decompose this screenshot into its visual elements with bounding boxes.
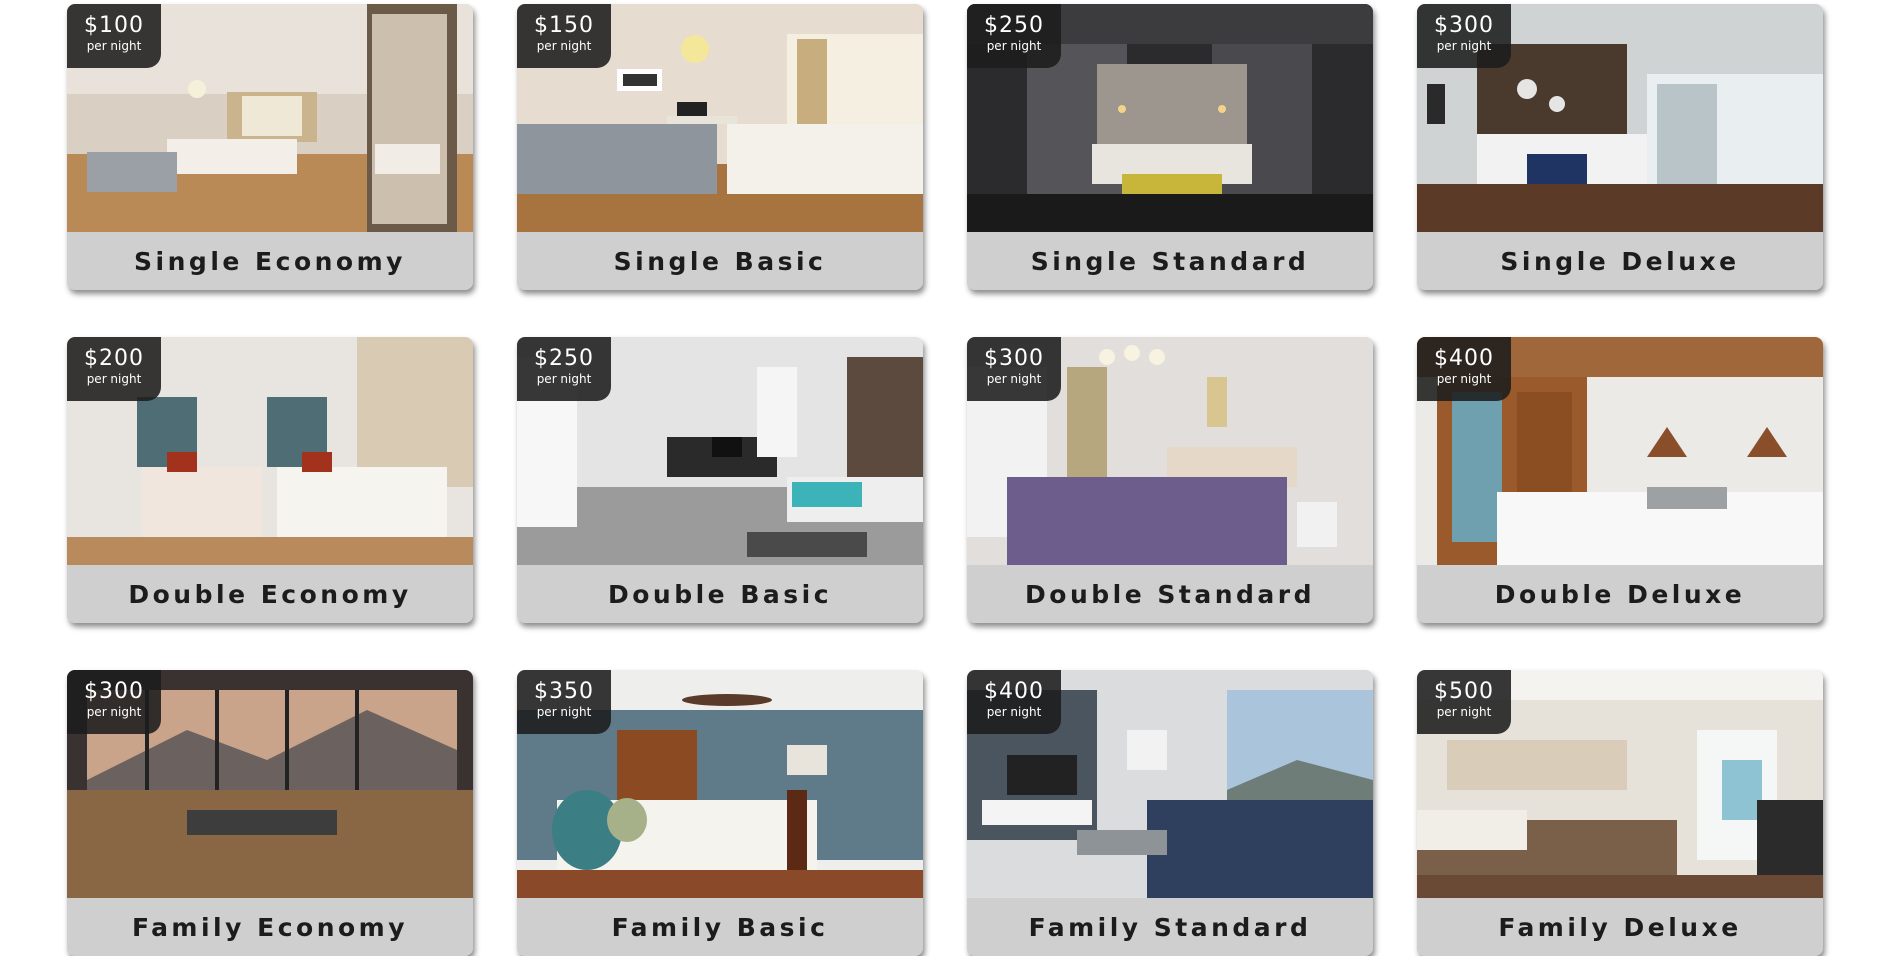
room-name: Double Economy [128, 579, 412, 609]
room-name: Single Standard [1030, 246, 1310, 276]
room-card-single-deluxe[interactable]: $300 per night Single Deluxe [1417, 4, 1823, 290]
price-unit: per night [86, 39, 142, 53]
room-label-bar[interactable]: Family Economy [67, 898, 473, 956]
room-label-bar[interactable]: Single Economy [67, 232, 473, 290]
room-name: Single Deluxe [1500, 246, 1740, 276]
room-name: Single Basic [613, 246, 827, 276]
price-amount: $400 [1434, 346, 1494, 371]
price-badge: $250 per night [967, 4, 1061, 68]
price-badge: $300 per night [967, 337, 1061, 401]
room-label-bar[interactable]: Single Basic [517, 232, 923, 290]
price-badge: $250 per night [517, 337, 611, 401]
room-photo[interactable]: $150 per night [517, 4, 923, 232]
room-label-bar[interactable]: Single Standard [967, 232, 1373, 290]
price-amount: $250 [534, 346, 594, 371]
room-label-bar[interactable]: Family Deluxe [1417, 898, 1823, 956]
price-badge: $150 per night [517, 4, 611, 68]
room-name: Single Economy [134, 246, 406, 276]
price-unit: per night [86, 705, 142, 719]
price-badge: $300 per night [1417, 4, 1511, 68]
price-amount: $250 [984, 13, 1044, 38]
price-unit: per night [1436, 39, 1492, 53]
price-badge: $400 per night [967, 670, 1061, 734]
room-name: Double Basic [607, 579, 833, 609]
price-badge: $500 per night [1417, 670, 1511, 734]
price-badge: $100 per night [67, 4, 161, 68]
room-label-bar[interactable]: Family Basic [517, 898, 923, 956]
room-card-double-deluxe[interactable]: $400 per night Double Deluxe [1417, 337, 1823, 623]
room-photo[interactable]: $200 per night [67, 337, 473, 565]
room-name: Double Deluxe [1494, 579, 1746, 609]
room-photo[interactable]: $400 per night [1417, 337, 1823, 565]
room-card-single-standard[interactable]: $250 per night Single Standard [967, 4, 1373, 290]
room-photo[interactable]: $250 per night [967, 4, 1373, 232]
room-photo[interactable]: $300 per night [1417, 4, 1823, 232]
price-unit: per night [1436, 705, 1492, 719]
room-photo[interactable]: $100 per night [67, 4, 473, 232]
room-card-family-standard[interactable]: $400 per night Family Standard [967, 670, 1373, 956]
room-card-single-basic[interactable]: $150 per night Single Basic [517, 4, 923, 290]
price-badge: $200 per night [67, 337, 161, 401]
room-card-double-standard[interactable]: $300 per night Double Standard [967, 337, 1373, 623]
room-card-double-economy[interactable]: $200 per night Double Economy [67, 337, 473, 623]
room-label-bar[interactable]: Family Standard [967, 898, 1373, 956]
price-unit: per night [536, 705, 592, 719]
room-name: Family Economy [131, 912, 409, 942]
room-name: Family Basic [611, 912, 829, 942]
room-name: Family Standard [1028, 912, 1312, 942]
price-amount: $300 [984, 346, 1044, 371]
price-amount: $100 [84, 13, 144, 38]
price-amount: $150 [534, 13, 594, 38]
price-amount: $300 [1434, 13, 1494, 38]
price-unit: per night [986, 372, 1042, 386]
room-card-family-deluxe[interactable]: $500 per night Family Deluxe [1417, 670, 1823, 956]
room-label-bar[interactable]: Double Economy [67, 565, 473, 623]
price-unit: per night [986, 705, 1042, 719]
price-unit: per night [536, 372, 592, 386]
price-amount: $300 [84, 679, 144, 704]
room-label-bar[interactable]: Single Deluxe [1417, 232, 1823, 290]
price-amount: $400 [984, 679, 1044, 704]
room-photo[interactable]: $300 per night [967, 337, 1373, 565]
price-amount: $200 [84, 346, 144, 371]
price-badge: $300 per night [67, 670, 161, 734]
room-card-double-basic[interactable]: $250 per night Double Basic [517, 337, 923, 623]
room-card-single-economy[interactable]: $100 per night Single Economy [67, 4, 473, 290]
price-badge: $350 per night [517, 670, 611, 734]
room-card-family-economy[interactable]: $300 per night Family Economy [67, 670, 473, 956]
room-name: Double Standard [1025, 579, 1315, 609]
room-photo[interactable]: $300 per night [67, 670, 473, 898]
room-name: Family Deluxe [1498, 912, 1742, 942]
price-unit: per night [986, 39, 1042, 53]
room-label-bar[interactable]: Double Basic [517, 565, 923, 623]
price-unit: per night [536, 39, 592, 53]
room-photo[interactable]: $400 per night [967, 670, 1373, 898]
room-label-bar[interactable]: Double Deluxe [1417, 565, 1823, 623]
price-badge: $400 per night [1417, 337, 1511, 401]
room-photo[interactable]: $350 per night [517, 670, 923, 898]
room-card-family-basic[interactable]: $350 per night Family Basic [517, 670, 923, 956]
room-grid: $100 per night Single Economy $150 per n… [67, 4, 1823, 956]
room-photo[interactable]: $250 per night [517, 337, 923, 565]
price-amount: $500 [1434, 679, 1494, 704]
room-label-bar[interactable]: Double Standard [967, 565, 1373, 623]
room-photo[interactable]: $500 per night [1417, 670, 1823, 898]
price-unit: per night [1436, 372, 1492, 386]
price-unit: per night [86, 372, 142, 386]
price-amount: $350 [534, 679, 594, 704]
